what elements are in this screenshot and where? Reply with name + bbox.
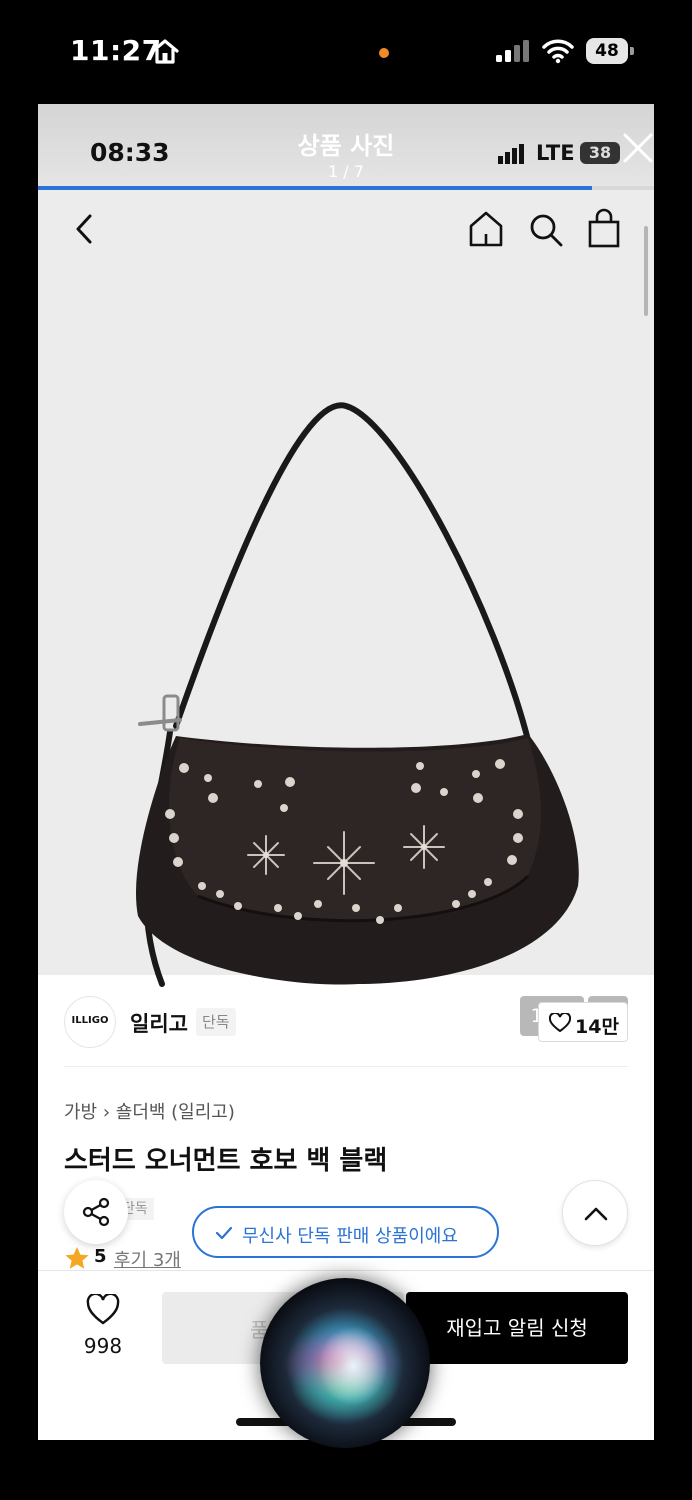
breadcrumb[interactable]: 가방 › 숄더백 (일리고) [64, 1098, 235, 1124]
home-icon[interactable] [468, 210, 504, 248]
brand-logo-text: ILLIGO [71, 1015, 109, 1026]
product-image-area[interactable]: 1 / 6 [38, 190, 654, 1036]
home-icon [151, 39, 179, 64]
system-status-bar: 11:27 48 [0, 0, 692, 104]
star-icon [65, 1247, 89, 1269]
mic-indicator-dot [379, 48, 389, 58]
network-type: LTE [536, 141, 575, 165]
inner-battery: 38 [580, 142, 620, 164]
scroll-to-top-button[interactable] [562, 1180, 628, 1246]
product-detail-screen: 1 / 6 08:33 상품 사진 1 / 7 LTE 38 [38, 104, 654, 1440]
cellular-signal-icon [496, 40, 529, 62]
heart-icon[interactable] [86, 1294, 120, 1326]
reviews-link[interactable]: 후기 3개 [114, 1246, 181, 1272]
share-icon [82, 1197, 110, 1227]
brand-like-button[interactable]: 14만 [538, 1002, 628, 1042]
exclusive-toast: 무신사 단독 판매 상품이에요 [192, 1206, 499, 1258]
photo-viewer-header: 08:33 상품 사진 1 / 7 LTE 38 [38, 104, 654, 190]
share-button[interactable] [64, 1180, 128, 1244]
system-time: 11:27 [70, 34, 162, 67]
brand-logo[interactable]: ILLIGO [64, 996, 116, 1048]
restock-alert-button[interactable]: 재입고 알림 신청 [406, 1292, 628, 1364]
bottom-bar-divider [38, 1270, 654, 1271]
product-title: 스터드 오너먼트 호보 백 블랙 [64, 1146, 388, 1176]
wishlist-count: 998 [83, 1334, 123, 1358]
exclusive-badge: 단독 [196, 1008, 236, 1036]
wifi-icon [542, 39, 574, 64]
viewer-progress-fill [38, 186, 593, 190]
close-icon[interactable] [622, 132, 654, 164]
check-icon [215, 1226, 233, 1240]
divider [64, 1066, 628, 1067]
brand-like-count: 14만 [575, 1016, 619, 1038]
back-icon[interactable] [72, 212, 96, 246]
product-photo-bag [136, 402, 579, 987]
search-icon[interactable] [528, 212, 564, 248]
brand-name[interactable]: 일리고 [130, 1008, 188, 1038]
shopping-bag-icon[interactable] [586, 208, 622, 248]
scrollbar[interactable] [644, 226, 648, 316]
rating-score: 5 [94, 1246, 107, 1267]
battery-icon: 48 [586, 38, 634, 64]
chevron-up-icon [584, 1207, 608, 1221]
toast-text: 무신사 단독 판매 상품이에요 [242, 1226, 458, 1247]
siri-orb[interactable] [260, 1278, 430, 1448]
heart-icon [549, 1013, 571, 1033]
battery-level: 48 [586, 38, 628, 64]
cellular-signal-icon [498, 144, 524, 164]
